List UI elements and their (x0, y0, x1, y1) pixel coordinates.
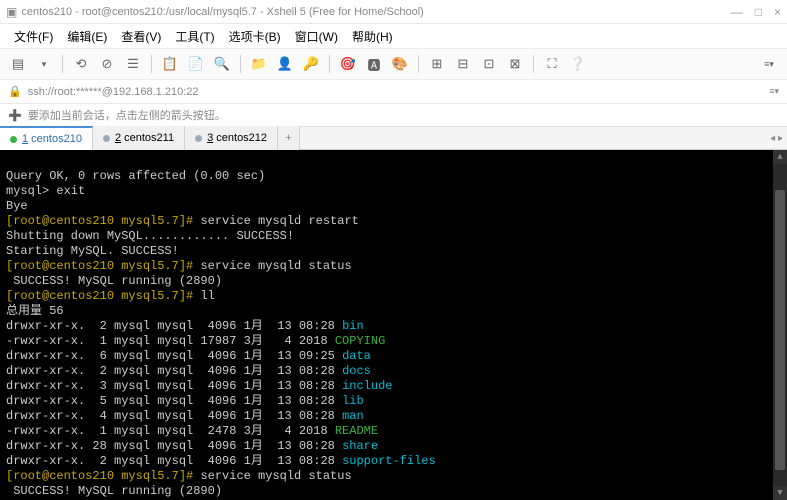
address-menu-icon[interactable]: ≡▾ (769, 86, 779, 97)
close-button[interactable]: × (774, 5, 781, 19)
app-icon: ▣ (6, 5, 17, 19)
target-icon[interactable]: 🎯 (338, 54, 358, 74)
palette-icon[interactable]: 🎨 (390, 54, 410, 74)
new-session-icon[interactable]: ▤ (8, 54, 28, 74)
find-icon[interactable]: 🔍 (212, 54, 232, 74)
status-dot-icon (103, 135, 110, 142)
toolbar-menu-icon[interactable]: ≡▾ (759, 54, 779, 74)
tab-label: 2 centos211 (115, 132, 174, 144)
grid1-icon[interactable]: ⊞ (427, 54, 447, 74)
grid2-icon[interactable]: ⊟ (453, 54, 473, 74)
tab-scroll-arrows[interactable]: ◂ ▸ (766, 133, 787, 144)
menu-edit[interactable]: 编辑(E) (61, 26, 113, 47)
window-title: centos210 - root@centos210:/usr/local/my… (21, 6, 730, 18)
terminal-output[interactable]: Query OK, 0 rows affected (0.00 sec)mysq… (0, 150, 787, 500)
menu-help[interactable]: 帮助(H) (346, 26, 399, 47)
scroll-thumb[interactable] (775, 190, 785, 470)
help-icon[interactable]: ❔ (568, 54, 588, 74)
address-text[interactable]: ssh://root:******@192.168.1.210:22 (28, 86, 764, 98)
folder-icon[interactable]: 📁 (249, 54, 269, 74)
grid3-icon[interactable]: ⊡ (479, 54, 499, 74)
dropdown-icon[interactable]: ▾ (34, 54, 54, 74)
disconnect-icon[interactable]: ⊘ (97, 54, 117, 74)
tab-label: 1 centos210 (22, 133, 82, 145)
font-icon[interactable]: 🅰 (364, 54, 384, 74)
menu-view[interactable]: 查看(V) (115, 26, 167, 47)
tab-label: 3 centos212 (207, 132, 267, 144)
menu-bar: 文件(F) 编辑(E) 查看(V) 工具(T) 选项卡(B) 窗口(W) 帮助(… (0, 24, 787, 48)
copy-icon[interactable]: 📋 (160, 54, 180, 74)
grid4-icon[interactable]: ⊠ (505, 54, 525, 74)
title-bar: ▣ centos210 - root@centos210:/usr/local/… (0, 0, 787, 24)
menu-tabs[interactable]: 选项卡(B) (223, 26, 287, 47)
add-tab-button[interactable]: + (278, 126, 300, 150)
hint-bar: ➕ 要添加当前会话，点击左侧的箭头按钮。 (0, 104, 787, 126)
hint-text: 要添加当前会话，点击左侧的箭头按钮。 (28, 107, 226, 123)
add-session-icon[interactable]: ➕ (8, 109, 22, 122)
fullscreen-icon[interactable]: ⛶ (542, 54, 562, 74)
menu-tools[interactable]: 工具(T) (169, 26, 220, 47)
reconnect-icon[interactable]: ⟲ (71, 54, 91, 74)
menu-file[interactable]: 文件(F) (8, 26, 59, 47)
properties-icon[interactable]: ☰ (123, 54, 143, 74)
key-icon[interactable]: 🔑 (301, 54, 321, 74)
minimize-button[interactable]: — (731, 5, 743, 19)
tab-centos210[interactable]: 1 centos210 (0, 126, 93, 150)
tab-centos211[interactable]: 2 centos211 (93, 126, 185, 150)
user-icon[interactable]: 👤 (275, 54, 295, 74)
paste-icon[interactable]: 📄 (186, 54, 206, 74)
tab-centos212[interactable]: 3 centos212 (185, 126, 278, 150)
scroll-down-arrow[interactable]: ▼ (773, 486, 787, 500)
status-dot-icon (195, 135, 202, 142)
toolbar: ▤ ▾ ⟲ ⊘ ☰ 📋 📄 🔍 📁 👤 🔑 🎯 🅰 🎨 ⊞ ⊟ ⊡ ⊠ ⛶ ❔ … (0, 48, 787, 80)
address-bar: 🔒 ssh://root:******@192.168.1.210:22 ≡▾ (0, 80, 787, 104)
terminal-scrollbar[interactable]: ▲ ▼ (773, 150, 787, 500)
status-dot-icon (10, 136, 17, 143)
menu-window[interactable]: 窗口(W) (289, 26, 344, 47)
scroll-up-arrow[interactable]: ▲ (773, 150, 787, 164)
lock-icon: 🔒 (8, 85, 22, 98)
tab-bar: 1 centos210 2 centos211 3 centos212 + ◂ ▸ (0, 126, 787, 150)
maximize-button[interactable]: □ (755, 5, 762, 19)
